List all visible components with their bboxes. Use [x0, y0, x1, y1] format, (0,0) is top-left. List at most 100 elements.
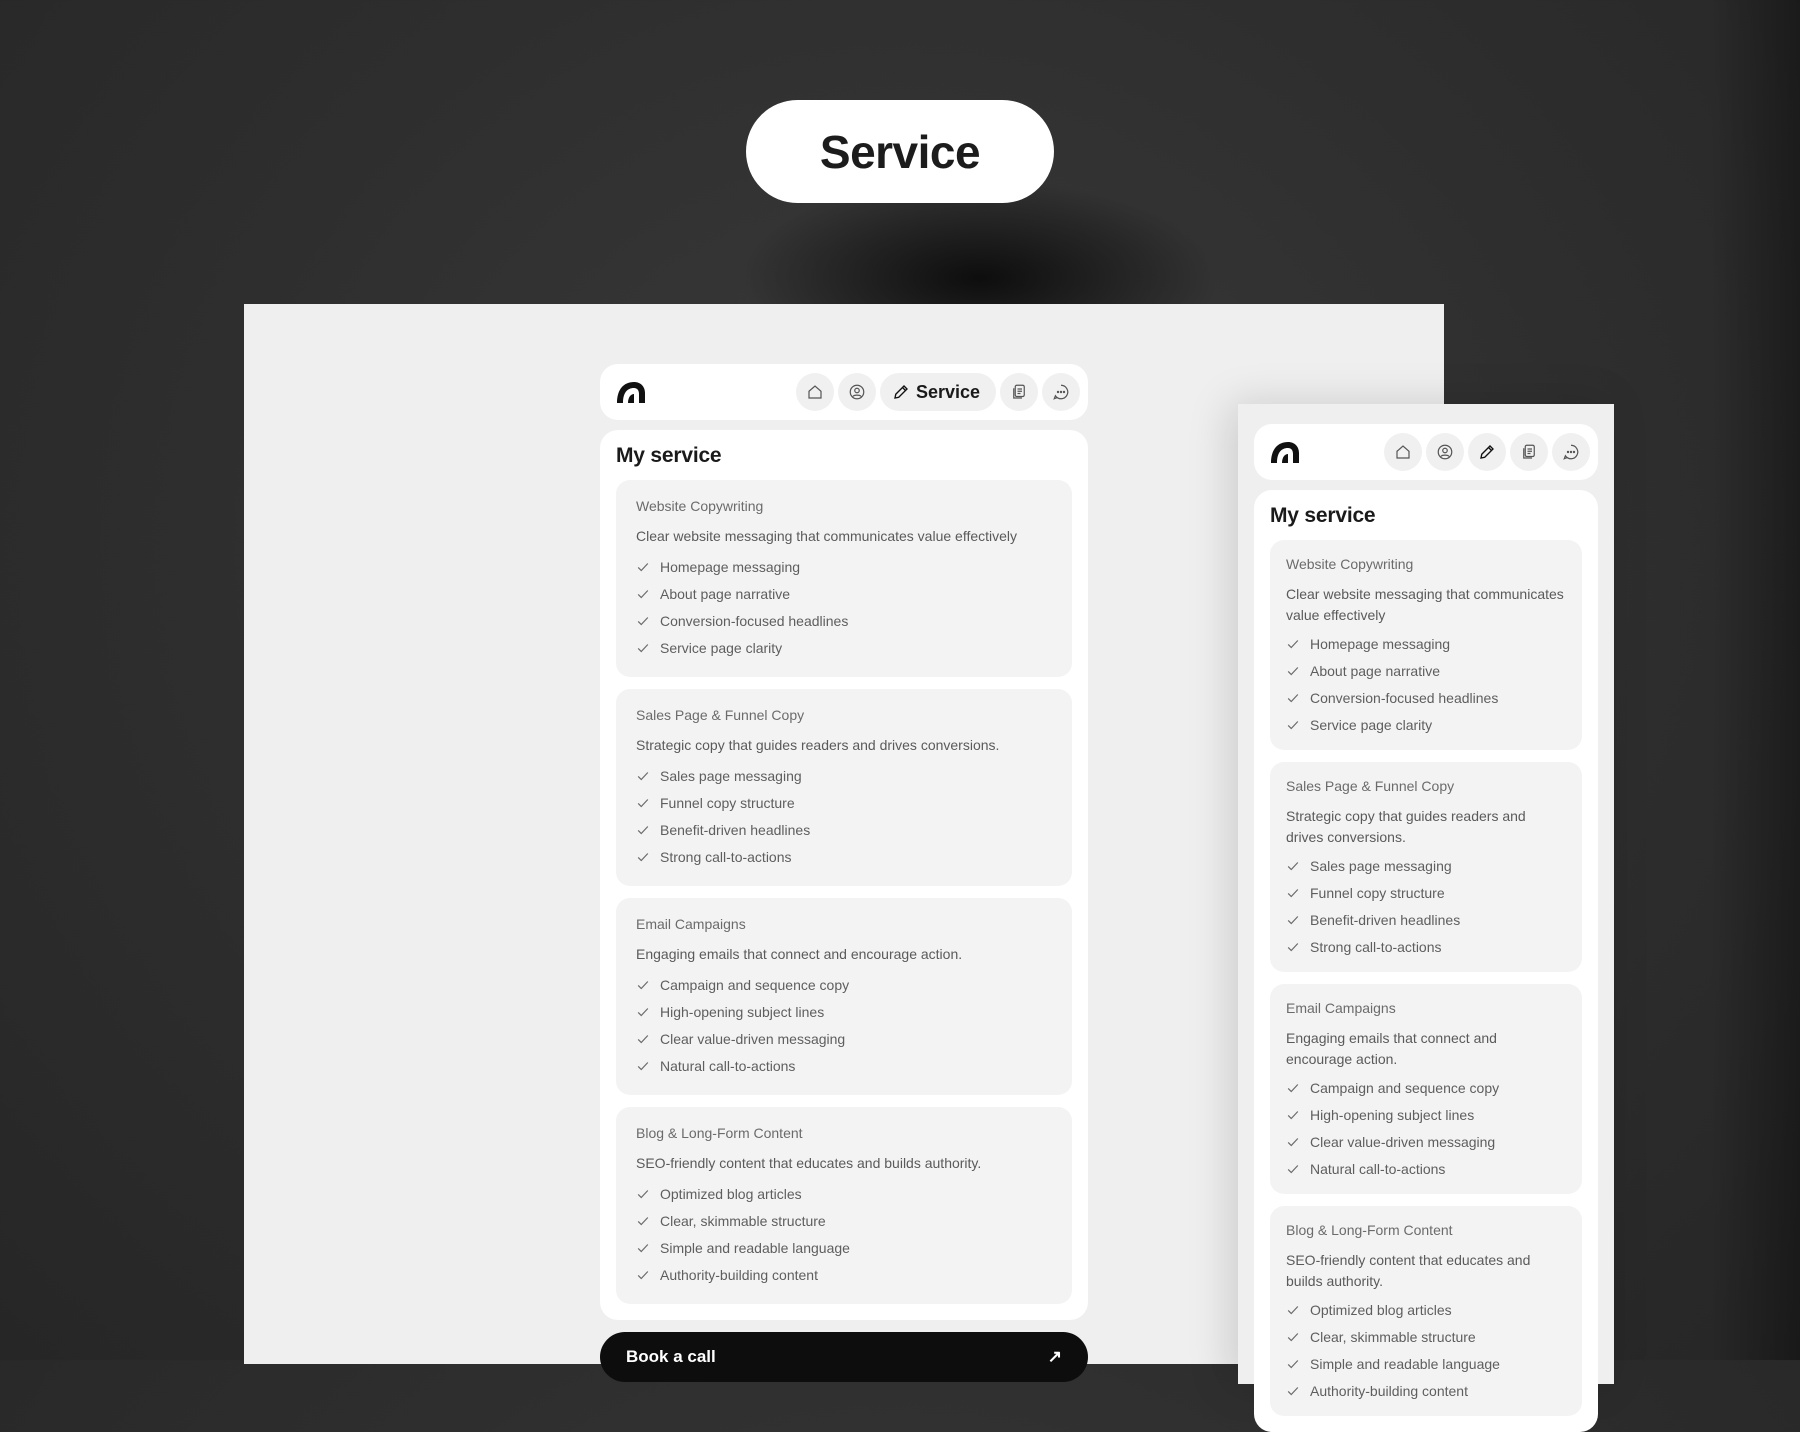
service-title: Blog & Long-Form Content — [636, 1125, 803, 1141]
service-list: Website Copywriting Clear website messagi… — [616, 480, 1072, 1304]
check-icon — [637, 589, 649, 598]
check-icon — [637, 798, 649, 807]
service-description: Clear website messaging that communicate… — [1286, 586, 1564, 623]
feature-label: Clear, skimmable structure — [1310, 1328, 1476, 1345]
service-title: Website Copywriting — [1286, 556, 1414, 572]
check-icon — [637, 980, 649, 989]
feature-item: Simple and readable language — [1286, 1350, 1566, 1377]
service-panel: My service Website Copywriting Clear webs… — [600, 430, 1088, 1320]
nav-about-button[interactable] — [1426, 433, 1464, 471]
document-icon — [1013, 384, 1025, 399]
check-icon — [1287, 666, 1299, 675]
feature-list: Sales page messaging Funnel copy structur… — [1286, 852, 1566, 960]
feature-item: Strong call-to-actions — [1286, 933, 1566, 960]
check-icon — [1287, 942, 1299, 951]
feature-item: Natural call-to-actions — [636, 1052, 1052, 1079]
service-card: Email Campaigns Engaging emails that conn… — [1270, 984, 1582, 1194]
check-icon — [1287, 861, 1299, 870]
feature-item: Simple and readable language — [636, 1234, 1052, 1261]
home-icon — [1396, 445, 1410, 459]
chat-icon — [1563, 444, 1579, 460]
arrow-icon: ↗ — [1047, 1347, 1062, 1366]
feature-list: Homepage messaging About page narrative Co… — [636, 553, 1052, 661]
feature-label: High-opening subject lines — [1310, 1106, 1475, 1123]
feature-item: Campaign and sequence copy — [1286, 1074, 1566, 1101]
feature-label: Homepage messaging — [1310, 635, 1451, 652]
feature-label: Strong call-to-actions — [660, 848, 792, 865]
service-panel-small: My service Website Copywriting Clear webs… — [1254, 490, 1598, 1432]
feature-item: Benefit-driven headlines — [1286, 906, 1566, 933]
check-icon — [637, 643, 649, 652]
feature-label: Strong call-to-actions — [1310, 938, 1442, 955]
check-icon — [637, 1216, 649, 1225]
check-icon — [637, 562, 649, 571]
service-card: Website Copywriting Clear website messagi… — [1270, 540, 1582, 750]
feature-item: Authority-building content — [636, 1261, 1052, 1288]
feature-label: Benefit-driven headlines — [1310, 911, 1461, 928]
nav-home-button[interactable] — [795, 373, 834, 411]
feature-label: Sales page messaging — [1310, 857, 1452, 874]
service-card: Website Copywriting Clear website messagi… — [616, 480, 1072, 677]
feature-item: Homepage messaging — [1286, 630, 1566, 657]
nav-service-button[interactable] — [1468, 433, 1506, 471]
small-preview: My service Website Copywriting Clear webs… — [1238, 404, 1614, 1432]
feature-list: Optimized blog articles Clear, skimmable … — [1286, 1296, 1566, 1404]
feature-item: Clear value-driven messaging — [1286, 1128, 1566, 1155]
check-icon — [1287, 1305, 1299, 1314]
service-card: Sales Page & Funnel Copy Strategic copy t… — [616, 689, 1072, 886]
check-icon — [637, 616, 649, 625]
check-icon — [1287, 1386, 1299, 1395]
feature-label: Conversion-focused headlines — [660, 612, 849, 629]
logo-icon[interactable] — [1268, 438, 1302, 466]
large-preview: Service My service Website Copywriting Cl… — [600, 364, 1088, 1382]
feature-list: Homepage messaging About page narrative Co… — [1286, 630, 1566, 738]
feature-label: Benefit-driven headlines — [660, 821, 811, 838]
check-icon — [637, 1034, 649, 1043]
check-icon — [637, 1243, 649, 1252]
feature-item: Service page clarity — [1286, 711, 1566, 738]
nav-about-button[interactable] — [837, 373, 876, 411]
nav-portfolio-button[interactable] — [1510, 433, 1548, 471]
service-card: Sales Page & Funnel Copy Strategic copy t… — [1270, 762, 1582, 972]
feature-label: Simple and readable language — [660, 1239, 850, 1256]
service-description: SEO-friendly content that educates and b… — [636, 1155, 982, 1171]
feature-item: Strong call-to-actions — [636, 843, 1052, 870]
check-icon — [1287, 888, 1299, 897]
nav-contact-button[interactable] — [1042, 373, 1080, 411]
book-call-button[interactable]: Book a call ↗ — [600, 1332, 1088, 1382]
feature-item: Homepage messaging — [636, 553, 1052, 580]
section-title: My service — [616, 444, 722, 467]
feature-item: Authority-building content — [1286, 1377, 1566, 1404]
feature-label: About page narrative — [660, 585, 790, 602]
feature-label: Clear, skimmable structure — [660, 1212, 826, 1229]
feature-label: Optimized blog articles — [660, 1185, 802, 1202]
feature-item: About page narrative — [636, 580, 1052, 607]
logo-icon[interactable] — [614, 378, 648, 406]
check-icon — [637, 1061, 649, 1070]
service-description: Engaging emails that connect and encoura… — [636, 946, 963, 962]
feature-item: Clear value-driven messaging — [636, 1025, 1052, 1052]
check-icon — [1287, 720, 1299, 729]
feature-label: Authority-building content — [660, 1266, 818, 1283]
nav-service-button[interactable]: Service — [879, 373, 996, 411]
service-title: Website Copywriting — [636, 498, 764, 514]
pencil-icon — [1480, 445, 1494, 459]
nav-home-button[interactable] — [1384, 433, 1422, 471]
feature-label: Homepage messaging — [660, 558, 801, 575]
check-icon — [1287, 1164, 1299, 1173]
hero-title-pill: Service — [746, 100, 1054, 203]
feature-label: Sales page messaging — [660, 767, 802, 784]
feature-list: Optimized blog articles Clear, skimmable … — [636, 1180, 1052, 1288]
feature-item: Conversion-focused headlines — [636, 607, 1052, 634]
service-description: Engaging emails that connect and encoura… — [1286, 1030, 1497, 1067]
feature-item: Sales page messaging — [636, 762, 1052, 789]
service-title: Email Campaigns — [1286, 1000, 1396, 1016]
nav-portfolio-button[interactable] — [1000, 373, 1038, 411]
feature-label: Campaign and sequence copy — [1310, 1079, 1500, 1096]
feature-label: Optimized blog articles — [1310, 1301, 1452, 1318]
feature-item: Benefit-driven headlines — [636, 816, 1052, 843]
feature-label: Authority-building content — [1310, 1382, 1468, 1399]
feature-label: Clear value-driven messaging — [1310, 1133, 1496, 1150]
nav-contact-button[interactable] — [1552, 433, 1590, 471]
service-description: Strategic copy that guides readers and d… — [1286, 808, 1526, 845]
